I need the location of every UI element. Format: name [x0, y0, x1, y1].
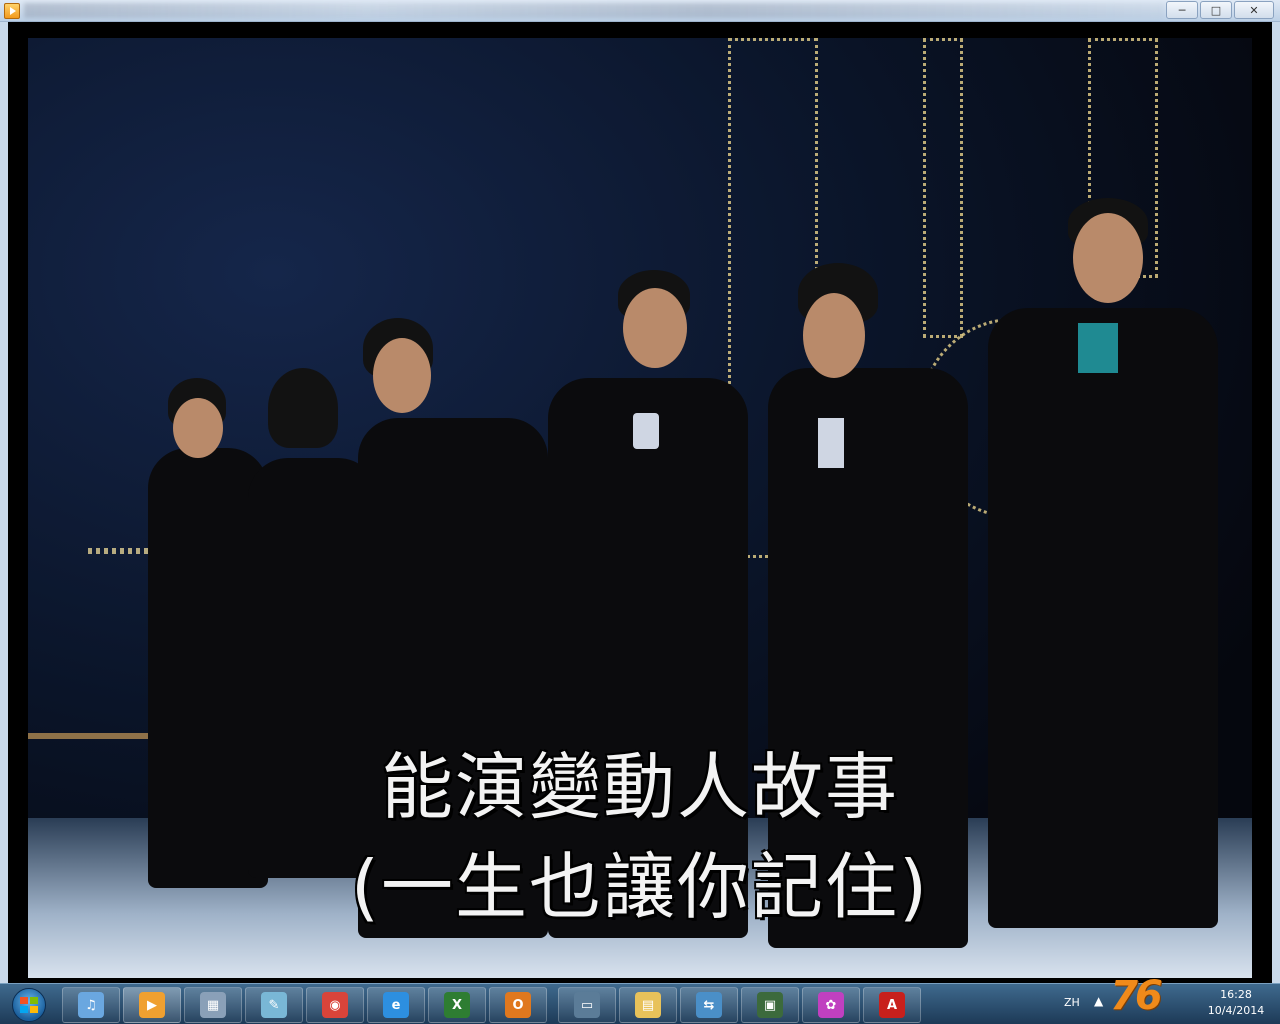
- taskbar-button-file-explorer[interactable]: ▤: [619, 987, 677, 1023]
- window-border-left: [0, 22, 8, 983]
- acrobat-icon: A: [879, 992, 905, 1018]
- taskbar-button-chrome[interactable]: ◉: [306, 987, 364, 1023]
- remote-desktop-icon: ▣: [757, 992, 783, 1018]
- media-player-window: ─ □ ✕ 能演變動人故事 (一生也讓你記住): [0, 0, 1280, 983]
- stage-light-truss: [923, 38, 963, 338]
- performer-hair: [268, 368, 338, 448]
- performer-head: [623, 288, 687, 368]
- taskbar-button-internet-explorer[interactable]: e: [367, 987, 425, 1023]
- watermark-logo: 76: [1110, 973, 1163, 1019]
- maximize-button[interactable]: □: [1200, 1, 1232, 19]
- picasa-icon: ✿: [818, 992, 844, 1018]
- taskbar-clock[interactable]: 16:28 10/4/2014: [1198, 987, 1274, 1019]
- subtitle-line-1: 能演變動人故事: [380, 745, 899, 829]
- taskbar-button-media-player[interactable]: ▶: [123, 987, 181, 1023]
- windows-flag-icon: [12, 988, 46, 1022]
- minimize-button[interactable]: ─: [1166, 1, 1198, 19]
- taskbar: ♫ ▶ ▦ ✎ ◉ e X O ▭ ▤ ⇆ ▣ ✿ A ZH ▲: [0, 983, 1280, 1024]
- subtitle-line-2: (一生也讓你記住): [350, 845, 930, 929]
- file-explorer-icon: ▤: [635, 992, 661, 1018]
- performer-head: [173, 398, 223, 458]
- internet-explorer-icon: e: [383, 992, 409, 1018]
- taskbar-button-acrobat[interactable]: A: [863, 987, 921, 1023]
- bow-tie: [1078, 323, 1118, 373]
- performer-head: [1073, 213, 1143, 303]
- title-bar[interactable]: ─ □ ✕: [0, 0, 1280, 22]
- media-player-icon: ▶: [139, 992, 165, 1018]
- name-badge: [633, 413, 659, 449]
- performer-head: [803, 293, 865, 378]
- excel-icon: X: [444, 992, 470, 1018]
- close-button[interactable]: ✕: [1234, 1, 1274, 19]
- taskbar-button-network[interactable]: ⇆: [680, 987, 738, 1023]
- taskbar-button-excel[interactable]: X: [428, 987, 486, 1023]
- outlook-icon: O: [505, 992, 531, 1018]
- taskbar-button-outlook[interactable]: O: [489, 987, 547, 1023]
- window-app-icon: ▭: [574, 992, 600, 1018]
- calculator-icon: ▦: [200, 992, 226, 1018]
- chrome-icon: ◉: [322, 992, 348, 1018]
- video-area[interactable]: 能演變動人故事 (一生也讓你記住): [8, 22, 1272, 983]
- video-frame: 能演變動人故事 (一生也讓你記住): [28, 38, 1252, 978]
- performer-head: [373, 338, 431, 413]
- taskbar-button-picasa[interactable]: ✿: [802, 987, 860, 1023]
- notes-icon: ✎: [261, 992, 287, 1018]
- show-hidden-icons-arrow[interactable]: ▲: [1094, 994, 1103, 1008]
- shirt-front: [818, 418, 844, 468]
- window-title-blurred: [24, 3, 1164, 18]
- taskbar-button-calculator[interactable]: ▦: [184, 987, 242, 1023]
- network-icon: ⇆: [696, 992, 722, 1018]
- taskbar-button-remote-desktop[interactable]: ▣: [741, 987, 799, 1023]
- taskbar-button-itunes[interactable]: ♫: [62, 987, 120, 1023]
- language-indicator[interactable]: ZH: [1064, 996, 1080, 1009]
- start-button[interactable]: [3, 986, 55, 1024]
- clock-date: 10/4/2014: [1207, 1004, 1265, 1017]
- media-player-app-icon[interactable]: [4, 3, 20, 19]
- clock-time: 16:28: [1220, 988, 1252, 1001]
- taskbar-button-notes[interactable]: ✎: [245, 987, 303, 1023]
- itunes-icon: ♫: [78, 992, 104, 1018]
- taskbar-button-window-app[interactable]: ▭: [558, 987, 616, 1023]
- window-border-right: [1272, 22, 1280, 983]
